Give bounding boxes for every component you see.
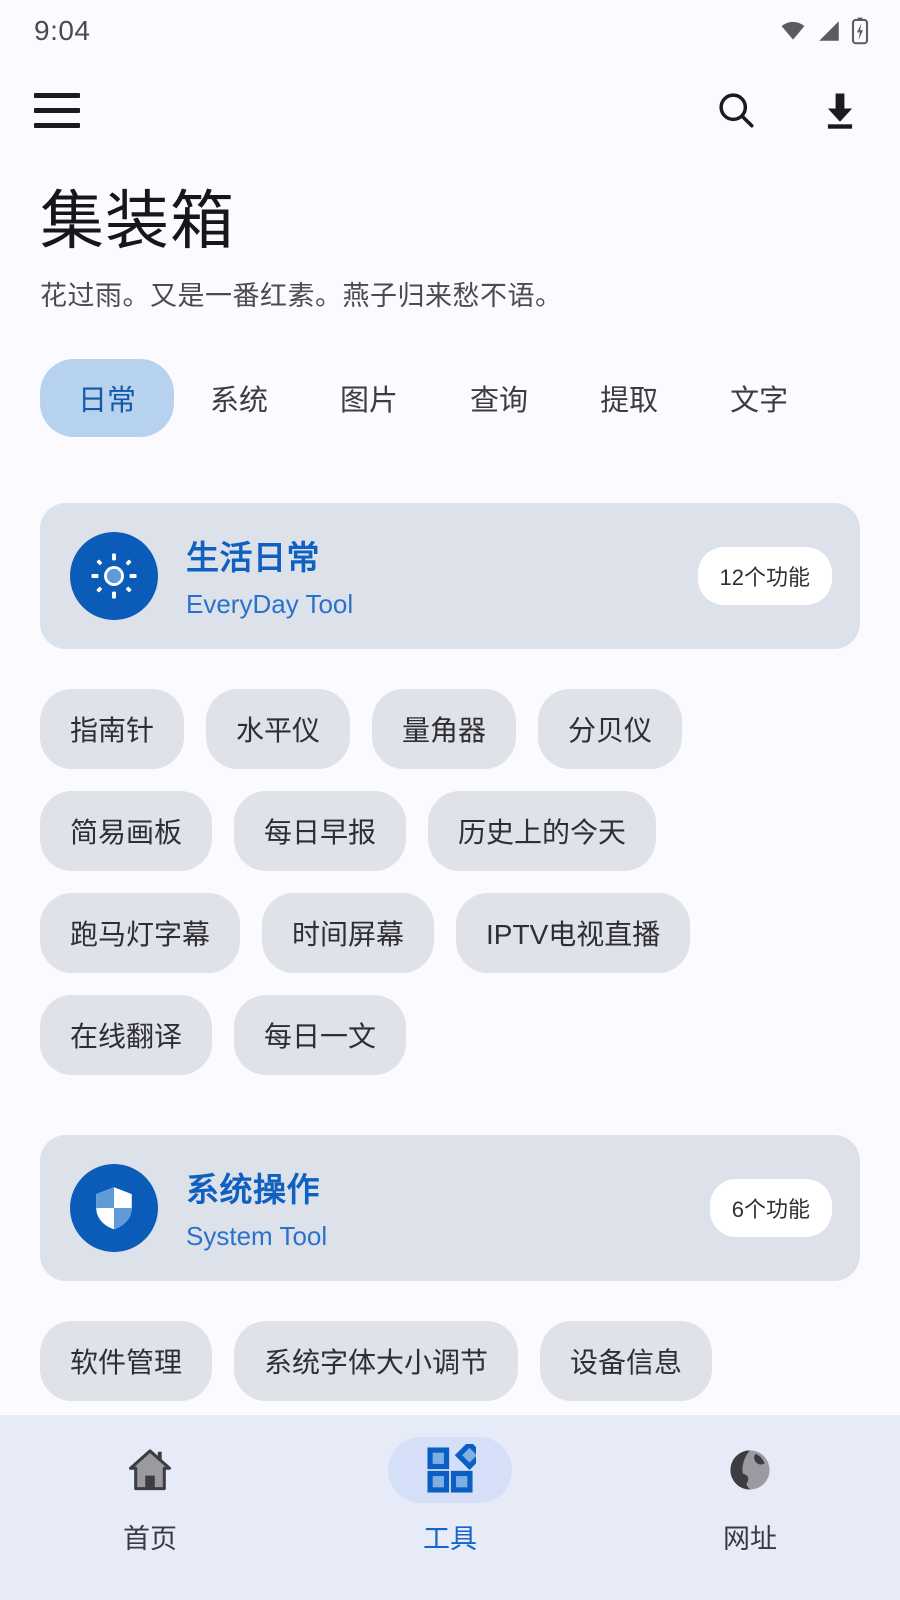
section-title-group: 系统操作 System Tool <box>186 1163 710 1252</box>
tab-image[interactable]: 图片 <box>304 359 434 437</box>
page-subtitle: 花过雨。又是一番红素。燕子归来愁不语。 <box>40 280 563 311</box>
category-tabs: 日常 系统 图片 查询 提取 文字 <box>0 358 900 437</box>
nav-icon-wrap <box>388 1437 512 1503</box>
tab-system[interactable]: 系统 <box>174 359 304 437</box>
tool-chip-iptv[interactable]: IPTV电视直播 <box>456 892 691 973</box>
tool-chip-compass[interactable]: 指南针 <box>40 688 185 769</box>
tool-chip-time-screen[interactable]: 时间屏幕 <box>262 892 435 973</box>
download-icon[interactable] <box>814 84 866 136</box>
nav-icon-wrap <box>88 1437 212 1503</box>
nav-label: 网址 <box>723 1524 777 1554</box>
section-subtitle: EveryDay Tool <box>186 589 354 620</box>
page-title: 集装箱 <box>40 185 235 257</box>
globe-icon <box>730 1450 770 1490</box>
sun-brightness-icon <box>70 531 158 620</box>
tab-extract[interactable]: 提取 <box>564 359 694 437</box>
tool-chip-protractor[interactable]: 量角器 <box>372 688 517 769</box>
section-subtitle: System Tool <box>186 1221 328 1252</box>
section-header-card[interactable]: 生活日常 EveryDay Tool 12个功能 <box>40 502 860 649</box>
search-icon[interactable] <box>710 84 762 136</box>
nav-item-website[interactable]: 网址 <box>600 1437 900 1556</box>
section-everyday: 生活日常 EveryDay Tool 12个功能 指南针 水平仪 量角器 分贝仪… <box>40 502 860 1075</box>
nav-icon-wrap <box>688 1437 812 1503</box>
app-screen: 9:04 集装箱 花过雨。又是一番红素。燕子归来愁不语。 日常 系统 图片 查询… <box>0 0 900 1600</box>
section-header-card[interactable]: 系统操作 System Tool 6个功能 <box>40 1134 860 1281</box>
app-bar-actions <box>710 84 866 136</box>
section-count-badge: 6个功能 <box>709 1178 832 1237</box>
status-time: 9:04 <box>34 15 91 46</box>
tool-chip-level[interactable]: 水平仪 <box>206 688 351 769</box>
tool-chip-daily-news[interactable]: 每日早报 <box>234 790 407 871</box>
tool-chip-decibel[interactable]: 分贝仪 <box>538 688 683 769</box>
nav-label: 首页 <box>123 1524 177 1554</box>
tool-chip-list: 指南针 水平仪 量角器 分贝仪 简易画板 每日早报 历史上的今天 跑马灯字幕 时… <box>40 688 860 1075</box>
wifi-icon <box>781 21 805 40</box>
section-title-group: 生活日常 EveryDay Tool <box>186 531 698 620</box>
nav-item-tools[interactable]: 工具 <box>300 1437 600 1556</box>
tool-chip-font-size[interactable]: 系统字体大小调节 <box>234 1320 519 1401</box>
tool-chip-marquee-subtitle[interactable]: 跑马灯字幕 <box>40 892 241 973</box>
page-header: 集装箱 花过雨。又是一番红素。燕子归来愁不语。 <box>0 158 900 313</box>
shield-icon <box>70 1163 158 1252</box>
tool-chip-daily-article[interactable]: 每日一文 <box>234 994 407 1075</box>
nav-label: 工具 <box>423 1524 477 1554</box>
tab-daily[interactable]: 日常 <box>40 358 175 437</box>
hamburger-menu-icon[interactable] <box>34 92 80 128</box>
tab-text[interactable]: 文字 <box>694 359 824 437</box>
tool-chip-online-translate[interactable]: 在线翻译 <box>40 994 213 1075</box>
tab-query[interactable]: 查询 <box>434 359 564 437</box>
bottom-navigation: 首页 工具 网址 <box>0 1415 900 1600</box>
section-count-badge: 12个功能 <box>697 546 832 605</box>
tool-chip-drawing-board[interactable]: 简易画板 <box>40 790 213 871</box>
status-bar: 9:04 <box>0 0 900 62</box>
tool-chip-device-info[interactable]: 设备信息 <box>540 1320 713 1401</box>
tool-chip-app-manager[interactable]: 软件管理 <box>40 1320 213 1401</box>
home-icon <box>128 1449 172 1491</box>
section-name: 系统操作 <box>186 1171 320 1209</box>
cellular-signal-icon <box>819 21 839 41</box>
status-icons <box>778 17 870 45</box>
tool-chip-today-in-history[interactable]: 历史上的今天 <box>428 790 657 871</box>
section-name: 生活日常 <box>186 539 320 577</box>
battery-charging-icon <box>851 17 869 45</box>
app-bar <box>0 62 900 158</box>
nav-item-home[interactable]: 首页 <box>0 1437 300 1556</box>
dashboard-grid-icon <box>427 1444 476 1493</box>
